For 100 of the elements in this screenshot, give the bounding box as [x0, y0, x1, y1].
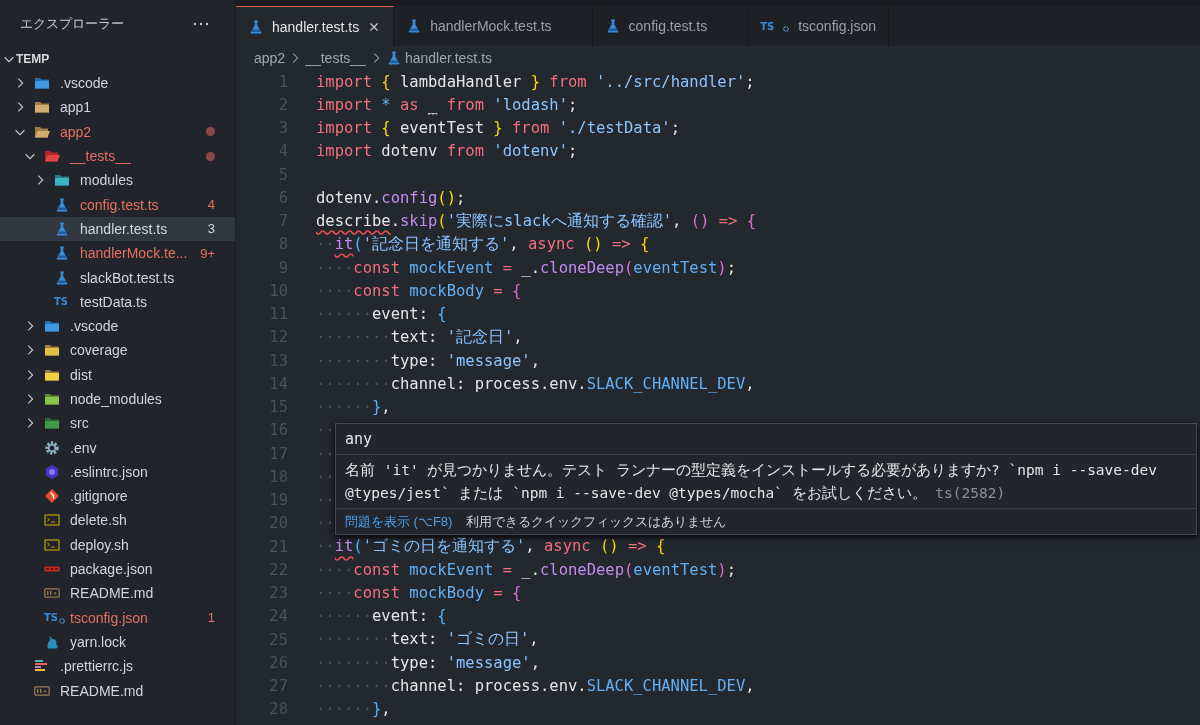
folder-icon	[44, 391, 60, 407]
tree-item[interactable]: deploy.sh	[0, 532, 235, 557]
code-line: import { lambdaHandler } from '../src/handler';	[316, 72, 755, 91]
diamond-icon	[44, 488, 60, 505]
tree-item[interactable]: handler.test.ts 3	[0, 216, 235, 242]
code-line: ········type: 'message',	[316, 653, 540, 672]
code-line: ········type: 'message',	[316, 351, 540, 370]
code-line: ··	[316, 444, 335, 463]
code-line: ··	[316, 491, 335, 510]
file-name: .vscode	[70, 318, 120, 335]
tree-item[interactable]: __tests__	[0, 143, 235, 169]
file-name: .env	[70, 439, 98, 456]
file-name: testData.ts	[80, 293, 148, 310]
tab-label: config.test.ts	[628, 18, 708, 34]
code-line: ······},	[316, 398, 391, 417]
folder-icon	[44, 342, 60, 359]
file-name: dist	[70, 366, 93, 383]
file-name: deploy.sh	[70, 536, 130, 553]
file-name: app2	[60, 123, 93, 140]
file-type-label: TS	[54, 296, 69, 308]
tree-item[interactable]: config.test.ts 4	[0, 192, 235, 217]
error-message: 名前 'it' が見つかりません。テスト ランナーの型定義をインストールする必要がありますか? `npm i --save-dev @types/jest` または `npm i --save-dev @types/mocha` をお試しください。 ts(2582)	[336, 455, 1196, 509]
code-line: ········text: 'ゴミの日',	[316, 629, 539, 651]
code-line: ··	[316, 514, 335, 533]
tree-item[interactable]: app2	[0, 119, 235, 144]
folder-icon	[44, 415, 60, 432]
problem-count: 4	[207, 197, 215, 213]
file-type-label: TS	[44, 612, 59, 624]
tree-item[interactable]: handlerMock.te... 9+	[0, 241, 235, 266]
code-line: ········text: '記念日',	[316, 326, 523, 348]
flask-icon	[54, 196, 70, 213]
tree-item[interactable]: .vscode	[0, 71, 235, 96]
tree-item[interactable]: modules	[0, 168, 235, 193]
file-name: .vscode	[60, 75, 110, 92]
code-line: ······},	[316, 700, 391, 719]
breadcrumb-item[interactable]: __tests__	[305, 50, 366, 66]
problem-count: 9+	[200, 245, 215, 261]
file-name: delete.sh	[70, 512, 128, 529]
tab-label: handlerMock.test.ts	[430, 18, 552, 34]
code-line: describe.skip('実際にslackへ通知する確認', () => {	[316, 210, 756, 232]
tree-item[interactable]: node_modules	[0, 386, 235, 412]
folder-icon	[54, 172, 70, 189]
file-name: handlerMock.te...	[80, 245, 189, 262]
file-name: .prettierrc.js	[60, 658, 135, 675]
tree-item[interactable]: yarn.lock	[0, 629, 235, 655]
tree-item[interactable]: dist	[0, 362, 235, 387]
tree-item[interactable]: TS tsconfig.json 1	[0, 605, 235, 630]
flask-icon	[54, 220, 70, 237]
tree-item[interactable]: .env	[0, 435, 235, 460]
tree-item[interactable]: README.md	[0, 678, 235, 703]
folder-icon	[34, 75, 50, 92]
code-line: ····const mockBody = {	[316, 584, 522, 603]
code-line: import dotenv from 'dotenv';	[316, 142, 578, 161]
code-line: ··	[316, 421, 335, 440]
tree-item[interactable]: slackBot.test.ts	[0, 265, 235, 290]
tree-item[interactable]: .gitignore	[0, 484, 235, 509]
file-name: node_modules	[70, 391, 163, 407]
type-info: any	[336, 424, 1196, 455]
more-icon[interactable]	[193, 21, 209, 26]
folder-icon	[34, 99, 50, 116]
tree-item[interactable]: src	[0, 411, 235, 436]
breadcrumb-item[interactable]: app2	[254, 50, 286, 66]
tree-item[interactable]: TS testData.ts	[0, 289, 235, 314]
code-line: ····const mockEvent = _.cloneDeep(eventTest);	[316, 258, 737, 277]
problem-count: 1	[207, 610, 215, 626]
tree-item[interactable]: coverage	[0, 338, 235, 363]
quick-fix-note: 利用できるクイックフィックスはありません	[466, 513, 727, 530]
code-line: dotenv.config();	[316, 188, 466, 207]
code-line: ········channel: process.env.SLACK_CHANNEL_DEV,	[316, 677, 755, 696]
tree-item[interactable]: .prettierrc.js	[0, 654, 235, 679]
tree-item[interactable]: .eslintrc.json	[0, 459, 235, 485]
tree-item[interactable]: package.json	[0, 556, 235, 582]
file-name: package.json	[70, 561, 154, 578]
code-line: ······event: {	[316, 305, 447, 324]
gear-icon	[782, 25, 791, 33]
file-name: __tests__	[70, 148, 132, 165]
editor-tab[interactable]: handler.test.ts	[236, 6, 395, 46]
tab-label: tsconfig.json	[798, 18, 876, 34]
folder-header[interactable]: TEMP	[0, 47, 235, 71]
gear-icon	[44, 439, 60, 456]
folder-icon	[44, 148, 60, 165]
file-name: handler.test.ts	[80, 220, 169, 237]
code-line: ····const mockEvent = _.cloneDeep(eventTest);	[316, 560, 737, 579]
code-line: ······event: {	[316, 607, 447, 626]
code-line: ····const mockBody = {	[316, 281, 522, 300]
gear-icon	[58, 616, 67, 625]
terminal-icon	[44, 536, 60, 553]
code-line: import * as _ from 'lodash';	[316, 95, 578, 114]
breadcrumb-item[interactable]: handler.test.ts	[404, 50, 493, 66]
file-name: coverage	[70, 342, 129, 359]
file-name: yarn.lock	[70, 633, 128, 650]
flask-icon	[54, 245, 70, 262]
tree-item[interactable]: README.md	[0, 581, 235, 606]
view-problem-link[interactable]: 問題を表示 (⌥F8)	[345, 513, 453, 530]
tree-item[interactable]: .vscode	[0, 313, 235, 339]
terminal-icon	[44, 512, 60, 529]
file-name: modules	[80, 172, 134, 189]
hexagon-icon	[44, 463, 60, 480]
tree-item[interactable]: delete.sh	[0, 508, 235, 533]
tree-item[interactable]: app1	[0, 95, 235, 120]
